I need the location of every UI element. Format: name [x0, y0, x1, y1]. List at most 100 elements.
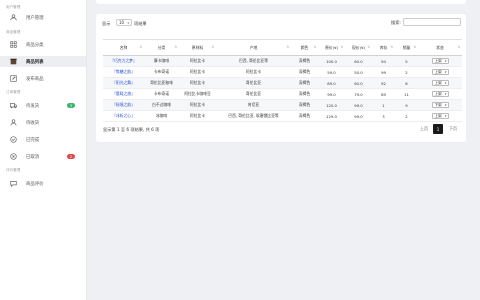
table-cell: 59.0: [318, 66, 345, 78]
status-cell: 上架 ▾: [418, 55, 462, 67]
product-name-link[interactable]: 『冰析之心』: [103, 110, 144, 122]
sidebar-item-reviews[interactable]: 商品评价: [0, 178, 86, 189]
status-cell: 上架 ▾: [418, 77, 462, 89]
table-cell: 摩卡咖啡: [144, 55, 179, 67]
table-cell: 94: [372, 55, 395, 67]
table-cell: 89: [372, 88, 395, 100]
product-name-link[interactable]: 『秘境之韵』: [103, 99, 144, 111]
sidebar-item-to-ship[interactable]: 待发货 3: [0, 100, 86, 111]
column-header[interactable]: 产地 ⇅: [216, 39, 291, 56]
sidebar-item-label: 商品评价: [26, 181, 44, 187]
search-input[interactable]: [403, 18, 461, 26]
status-cell: 上架 ▾: [418, 66, 462, 78]
table-header-row: 名称 ⇅ 分类 ⇅ 原材料 ⇅ 产地 ⇅ 颜色 ⇅ 原价(¥) ⇅ 现价(¥) ⇅ 库存 ⇅ 销…: [103, 39, 462, 56]
next-page-button[interactable]: 下页: [447, 124, 459, 134]
sidebar-item-user-management[interactable]: 用户管理: [0, 12, 86, 23]
sidebar-item-to-receive[interactable]: 待收货: [0, 117, 86, 128]
column-header[interactable]: 销量 ⇅: [395, 39, 418, 56]
column-header[interactable]: 名称 ⇅: [103, 39, 144, 56]
chevron-down-icon: ▾: [444, 59, 447, 63]
status-select[interactable]: 下架 ▾: [431, 102, 449, 108]
section-title-orders: 订单管理: [6, 90, 21, 94]
table-row: 『阳光之舞』 哥伦比亚咖啡 阿拉比卡 哥伦比亚 深褐色 89.0 60.0 92…: [103, 77, 462, 89]
table-cell: 卡布奇诺: [144, 88, 179, 100]
table-row: 『焦糖之韵』 卡布奇诺 阿拉比卡 阿拉比卡 深褐色 59.0 50.0 99 2…: [103, 66, 462, 78]
column-header[interactable]: 分类 ⇅: [144, 39, 179, 56]
table-cell: 哥伦比亚: [216, 77, 291, 89]
product-name-link[interactable]: 『焦糖之韵』: [103, 66, 144, 78]
chevron-down-icon: ▾: [444, 114, 447, 118]
column-header[interactable]: 原材料 ⇅: [179, 39, 216, 56]
sidebar-item-completed[interactable]: 已完成: [0, 134, 86, 145]
table-cell: 阿拉比卡: [179, 99, 216, 111]
page-length-select[interactable]: 10 ▾: [116, 19, 132, 26]
sidebar-item-cancelled[interactable]: 已取消 2: [0, 151, 86, 162]
sidebar: 用户管理 用户管理 商品管理 商品分类 商品列表 发布商品 订单管理 待发货 3: [0, 0, 87, 300]
sort-icon: ⇅: [211, 45, 214, 49]
sidebar-item-product-list[interactable]: 商品列表: [0, 56, 86, 67]
cancel-circle-icon: [10, 153, 17, 160]
section-title-products: 商品管理: [6, 30, 21, 34]
table-cell: 深褐色: [291, 99, 318, 111]
prev-page-button[interactable]: 上页: [418, 124, 430, 134]
sort-icon: ⇅: [367, 45, 370, 49]
product-table: 名称 ⇅ 分类 ⇅ 原材料 ⇅ 产地 ⇅ 颜色 ⇅ 原价(¥) ⇅ 现价(¥) ⇅ 库存 ⇅ 销…: [103, 39, 462, 122]
table-cell: 白不过咖啡: [144, 99, 179, 111]
table-cell: 巴西, 哥伦比亚, 埃塞俄比亚等: [216, 110, 291, 122]
table-cell: 阿拉比卡: [179, 66, 216, 78]
sidebar-item-label: 用户管理: [26, 15, 44, 21]
column-header[interactable]: 现价(¥) ⇅: [345, 39, 372, 56]
sidebar-item-categories[interactable]: 商品分类: [0, 39, 86, 50]
table-cell: 阿拉比卡咖啡豆: [179, 88, 216, 100]
search-label: 搜索:: [391, 20, 401, 25]
check-circle-icon: [10, 136, 17, 143]
table-info: 显示第 1 至 6 项结果, 共 6 项: [103, 127, 160, 132]
chevron-down-icon: ▾: [444, 103, 447, 107]
table-row: 『晨曦之旅』 卡布奇诺 阿拉比卡咖啡豆 哥伦比亚 深褐色 99.0 79.0 8…: [103, 88, 462, 100]
table-cell: 冰咖啡: [144, 110, 179, 122]
table-cell: 哥伦比亚咖啡: [144, 77, 179, 89]
chevron-down-icon: ▾: [127, 21, 129, 25]
table-cell: 肯尼亚: [216, 99, 291, 111]
entries-label: 项结果: [134, 21, 147, 26]
grid-icon: [10, 41, 17, 48]
show-label: 显示: [102, 21, 111, 26]
status-select[interactable]: 上架 ▾: [431, 91, 449, 97]
status-select[interactable]: 上架 ▾: [431, 58, 449, 64]
status-select[interactable]: 上架 ▾: [431, 113, 449, 119]
chevron-down-icon: ▾: [444, 81, 447, 85]
inbox-icon: [10, 119, 17, 126]
table-cell: 卡布奇诺: [144, 66, 179, 78]
box-icon: [10, 58, 17, 65]
edit-icon: [10, 75, 17, 82]
status-select[interactable]: 上架 ▾: [431, 80, 449, 86]
column-header[interactable]: 库存 ⇅: [372, 39, 395, 56]
column-header[interactable]: 原价(¥) ⇅: [318, 39, 345, 56]
table-cell: 9: [395, 99, 418, 111]
product-name-link[interactable]: 『阳光之舞』: [103, 77, 144, 89]
column-header[interactable]: 颜色 ⇅: [291, 39, 318, 56]
sidebar-item-label: 商品分类: [26, 42, 44, 48]
top-panel: [96, 0, 466, 4]
sidebar-item-publish[interactable]: 发布商品: [0, 73, 86, 84]
status-cell: 上架 ▾: [418, 88, 462, 100]
table-cell: 阿拉比卡: [216, 66, 291, 78]
chevron-down-icon: ▾: [444, 70, 447, 74]
table-cell: 92: [372, 77, 395, 89]
table-cell: 深褐色: [291, 55, 318, 67]
table-cell: 99: [372, 66, 395, 78]
page-1-button[interactable]: 1: [433, 124, 443, 134]
product-name-link[interactable]: 『巧克力之梦』: [103, 55, 144, 67]
sort-icon: ⇅: [286, 45, 289, 49]
table-cell: 99.0: [318, 88, 345, 100]
cancelled-badge: 2: [67, 154, 75, 159]
status-select[interactable]: 上架 ▾: [431, 69, 449, 75]
table-cell: 2: [395, 66, 418, 78]
table-row: 『冰析之心』 冰咖啡 阿拉比卡 巴西, 哥伦比亚, 埃塞俄比亚等 深褐色 129…: [103, 110, 462, 122]
table-cell: 50.0: [345, 66, 372, 78]
sidebar-item-label: 商品列表: [26, 59, 44, 65]
column-header[interactable]: 状态 ⇅: [418, 39, 462, 56]
table-cell: 89.0: [318, 77, 345, 89]
product-name-link[interactable]: 『晨曦之旅』: [103, 88, 144, 100]
table-cell: 2: [395, 110, 418, 122]
